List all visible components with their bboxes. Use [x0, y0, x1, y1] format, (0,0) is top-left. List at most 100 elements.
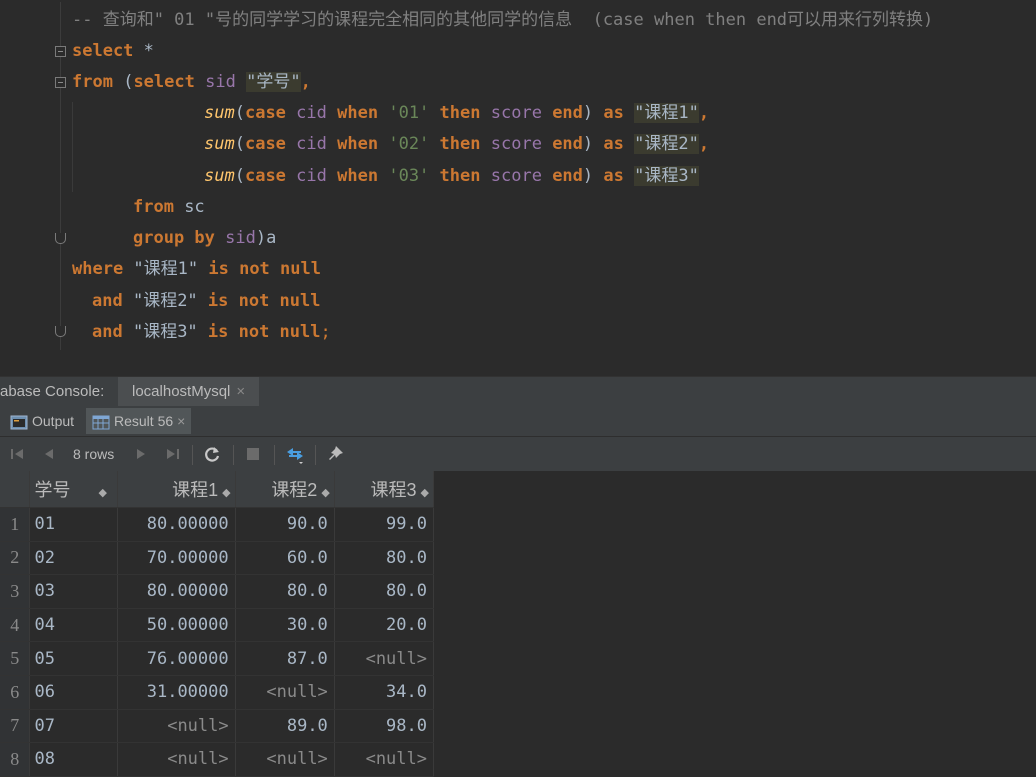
table-cell[interactable]: 07	[29, 709, 119, 744]
table-row[interactable]: 4 04 50.00000 30.0 20.0	[0, 608, 435, 643]
table-row[interactable]: 7 07 <null> 89.0 98.0	[0, 709, 435, 744]
identifier: "课程1"	[123, 259, 209, 279]
table-cell[interactable]: 08	[29, 742, 119, 777]
table-cell[interactable]: 30.0	[235, 608, 335, 643]
close-icon[interactable]: ×	[236, 383, 245, 400]
code-text: sc	[173, 197, 205, 217]
table-cell[interactable]: 70.00000	[117, 541, 236, 576]
string-literal: '02'	[388, 134, 430, 154]
table-cell[interactable]: 80.00000	[117, 574, 236, 609]
table-cell[interactable]: 76.00000	[117, 641, 236, 676]
table-cell[interactable]: 80.0	[235, 574, 335, 609]
sort-icon[interactable]: ◆	[98, 487, 106, 499]
row-number[interactable]: 6	[0, 675, 31, 710]
table-cell[interactable]: 80.00000	[117, 507, 236, 542]
keyword: then	[439, 134, 481, 154]
null-cell[interactable]: <null>	[235, 675, 335, 710]
table-cell[interactable]: 01	[29, 507, 119, 542]
table-cell[interactable]: 98.0	[334, 709, 435, 744]
refresh-icon[interactable]	[201, 443, 223, 465]
table-row[interactable]: 8 08 <null> <null> <null>	[0, 742, 435, 777]
stop-icon[interactable]	[242, 443, 264, 465]
code-line-and-3: and "课程3" is not null;	[92, 318, 331, 346]
table-cell[interactable]: 87.0	[235, 641, 335, 676]
close-icon[interactable]: ×	[177, 413, 185, 429]
code-line-sum1: sum(case cid when '01' then score end) a…	[204, 99, 709, 127]
table-cell[interactable]: 99.0	[334, 507, 435, 542]
code-text: (	[234, 134, 245, 154]
row-number[interactable]: 4	[0, 608, 31, 643]
table-cell[interactable]: 05	[29, 641, 119, 676]
null-cell[interactable]: <null>	[334, 742, 435, 777]
null-cell[interactable]: <null>	[117, 742, 236, 777]
keyword: end	[552, 103, 583, 123]
table-cell[interactable]: 04	[29, 608, 119, 643]
code-line-sum2: sum(case cid when '02' then score end) a…	[204, 130, 709, 158]
last-page-icon[interactable]	[162, 443, 184, 465]
row-number[interactable]: 8	[0, 742, 31, 777]
table-cell[interactable]: 03	[29, 574, 119, 609]
column-header[interactable]: 课程2 ◆	[235, 471, 335, 508]
pin-icon[interactable]	[325, 443, 347, 465]
null-cell[interactable]: <null>	[235, 742, 335, 777]
table-row[interactable]: 5 05 76.00000 87.0 <null>	[0, 641, 435, 676]
sort-icon[interactable]: ◆	[421, 487, 429, 499]
tab-output[interactable]: Output	[4, 408, 80, 434]
transpose-icon[interactable]	[284, 443, 306, 465]
column-header[interactable]: 课程1 ◆	[117, 471, 236, 508]
editor-gutter	[0, 0, 70, 376]
fold-marker-icon[interactable]	[55, 46, 66, 57]
table-cell[interactable]: 60.0	[235, 541, 335, 576]
column-name: cid	[296, 166, 327, 186]
fold-end-marker-icon[interactable]	[55, 326, 66, 337]
sort-icon[interactable]: ◆	[222, 487, 230, 499]
column-header[interactable]: 学号 ◆	[29, 471, 119, 508]
table-row[interactable]: 3 03 80.00000 80.0 80.0	[0, 574, 435, 609]
table-row[interactable]: 1 01 80.00000 90.0 99.0	[0, 507, 435, 542]
tab-localhost-mysql[interactable]: localhostMysql ×	[118, 377, 260, 407]
null-cell[interactable]: <null>	[334, 641, 435, 676]
table-cell[interactable]: 31.00000	[117, 675, 236, 710]
row-number[interactable]: 5	[0, 641, 31, 676]
table-cell[interactable]: 90.0	[235, 507, 335, 542]
table-cell[interactable]: 80.0	[334, 541, 435, 576]
table-cell[interactable]: 80.0	[334, 574, 435, 609]
table-row[interactable]: 6 06 31.00000 <null> 34.0	[0, 675, 435, 710]
row-number[interactable]: 7	[0, 709, 31, 744]
next-page-icon[interactable]	[130, 443, 152, 465]
table-cell[interactable]: 02	[29, 541, 119, 576]
first-page-icon[interactable]	[6, 443, 28, 465]
table-cell[interactable]: 89.0	[235, 709, 335, 744]
row-count[interactable]: 8 rows	[73, 437, 114, 471]
toolbar-separator	[192, 445, 193, 465]
table-cell[interactable]: 50.00000	[117, 608, 236, 643]
keyword: end	[552, 134, 583, 154]
previous-page-icon[interactable]	[38, 443, 60, 465]
column-header[interactable]: 课程3 ◆	[334, 471, 435, 508]
table-cell[interactable]: 06	[29, 675, 119, 710]
string-literal: '01'	[388, 103, 430, 123]
row-number[interactable]: 2	[0, 541, 31, 576]
table-cell[interactable]: 20.0	[334, 608, 435, 643]
keyword: and	[92, 322, 123, 342]
fold-end-marker-icon[interactable]	[55, 233, 66, 244]
code-line-from-sc: from sc	[133, 193, 205, 221]
table-row[interactable]: 2 02 70.00000 60.0 80.0	[0, 541, 435, 576]
keyword: is not null	[208, 259, 321, 279]
row-number[interactable]: 1	[0, 507, 31, 542]
code-punct: ,	[698, 134, 710, 154]
table-cell[interactable]: 34.0	[334, 675, 435, 710]
identifier: "课程2"	[122, 291, 208, 311]
column-header-label: 课程3	[370, 480, 417, 500]
row-number[interactable]: 3	[0, 574, 31, 609]
keyword: as	[603, 134, 624, 154]
console-output-icon	[10, 415, 28, 430]
sql-editor[interactable]: -- 查询和" 01 "号的同学学习的课程完全相同的其他同学的信息 (case …	[0, 0, 1036, 376]
sort-icon[interactable]: ◆	[321, 487, 329, 499]
alias-identifier: "学号"	[246, 72, 301, 92]
tab-result-56[interactable]: Result 56 ×	[86, 408, 192, 434]
function-name: sum	[204, 103, 235, 123]
fold-marker-icon[interactable]	[55, 77, 66, 88]
null-cell[interactable]: <null>	[117, 709, 236, 744]
